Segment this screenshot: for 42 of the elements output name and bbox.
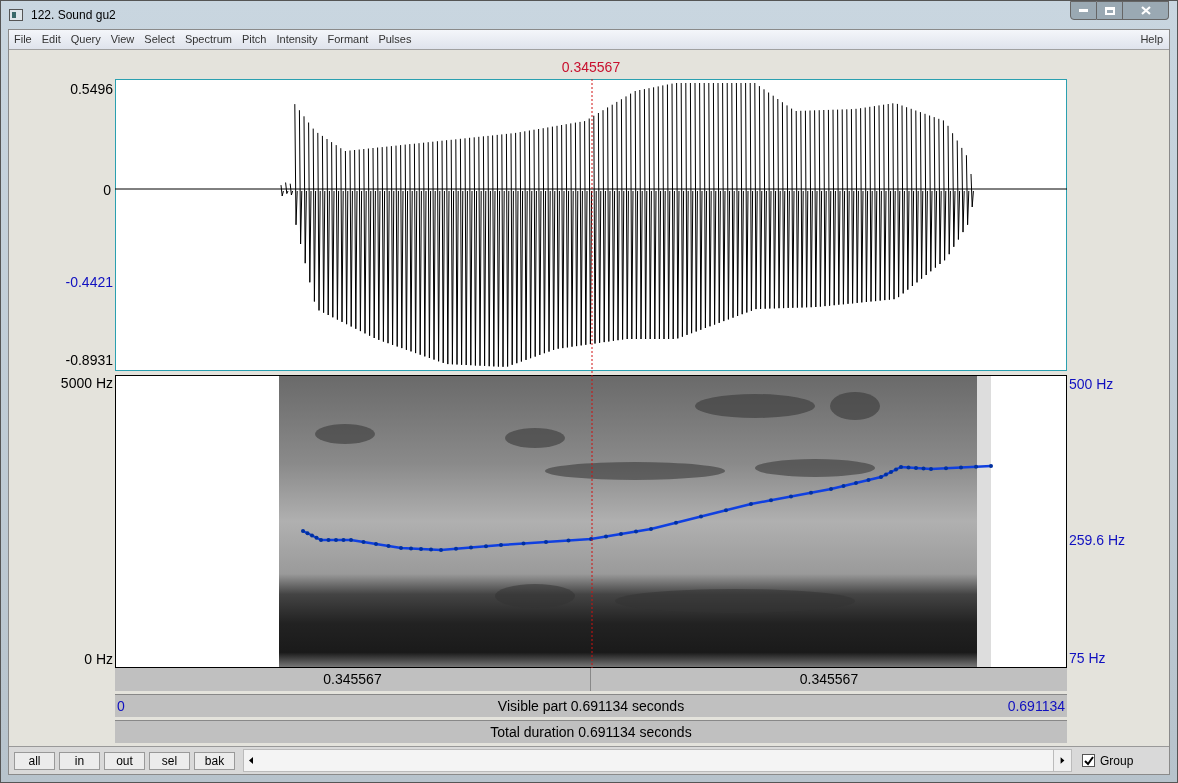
zoom-button[interactable]: sel xyxy=(149,751,190,770)
zoom-button[interactable]: out xyxy=(104,751,145,770)
menu-item[interactable]: File xyxy=(9,31,37,48)
help-menu[interactable]: Help xyxy=(1134,31,1169,48)
horizontal-scrollbar[interactable] xyxy=(243,749,1072,772)
menu-item[interactable]: Query xyxy=(65,31,106,48)
zoom-button[interactable]: all xyxy=(14,751,55,770)
menu-item[interactable]: Intensity xyxy=(271,31,323,48)
cursor-time: 0.345567 xyxy=(561,58,621,77)
time-segment[interactable]: 0.345567 xyxy=(591,668,1067,691)
minimize-button[interactable] xyxy=(1070,1,1097,20)
zoom-button[interactable]: bak xyxy=(194,751,235,770)
frequency-max-label: 5000 Hz xyxy=(60,374,113,393)
menu-item[interactable]: Pitch xyxy=(237,31,272,48)
menu-item[interactable]: Spectrum xyxy=(179,31,237,48)
time-segment[interactable]: 0.345567 xyxy=(115,668,590,691)
group-label: Group xyxy=(1100,752,1134,770)
close-button[interactable] xyxy=(1123,1,1169,20)
total-duration-label: Total duration 0.691134 seconds xyxy=(490,722,692,742)
visible-part-label: Visible part 0.691134 seconds xyxy=(496,696,686,716)
frequency-min-label: 0 Hz xyxy=(84,650,113,669)
group-checkbox[interactable] xyxy=(1082,754,1095,767)
scroll-right-icon[interactable] xyxy=(1053,750,1071,771)
amplitude-zero-label: 0 xyxy=(103,181,111,200)
app-icon xyxy=(9,9,23,21)
pitch-current-label: 259.6 Hz xyxy=(1069,531,1126,550)
start-time: 0 xyxy=(117,696,126,716)
close-icon xyxy=(1140,6,1151,15)
menu-item[interactable]: View xyxy=(105,31,140,48)
amplitude-marker-label: -0.4421 xyxy=(65,273,113,292)
menu-item[interactable]: Edit xyxy=(36,31,66,48)
amplitude-max-label: 0.5496 xyxy=(70,80,113,99)
amplitude-min-label: -0.8931 xyxy=(65,351,113,370)
window-title: 122. Sound gu2 xyxy=(31,7,116,24)
menu-item[interactable]: Select xyxy=(139,31,180,48)
pitch-max-label: 500 Hz xyxy=(1069,375,1114,394)
end-time: 0.691134 xyxy=(1006,696,1065,716)
pitch-min-label: 75 Hz xyxy=(1069,649,1106,668)
menu-item[interactable]: Formant xyxy=(322,31,374,48)
menu-item[interactable]: Pulses xyxy=(373,31,417,48)
zoom-button[interactable]: in xyxy=(59,751,100,770)
maximize-button[interactable] xyxy=(1097,1,1123,20)
